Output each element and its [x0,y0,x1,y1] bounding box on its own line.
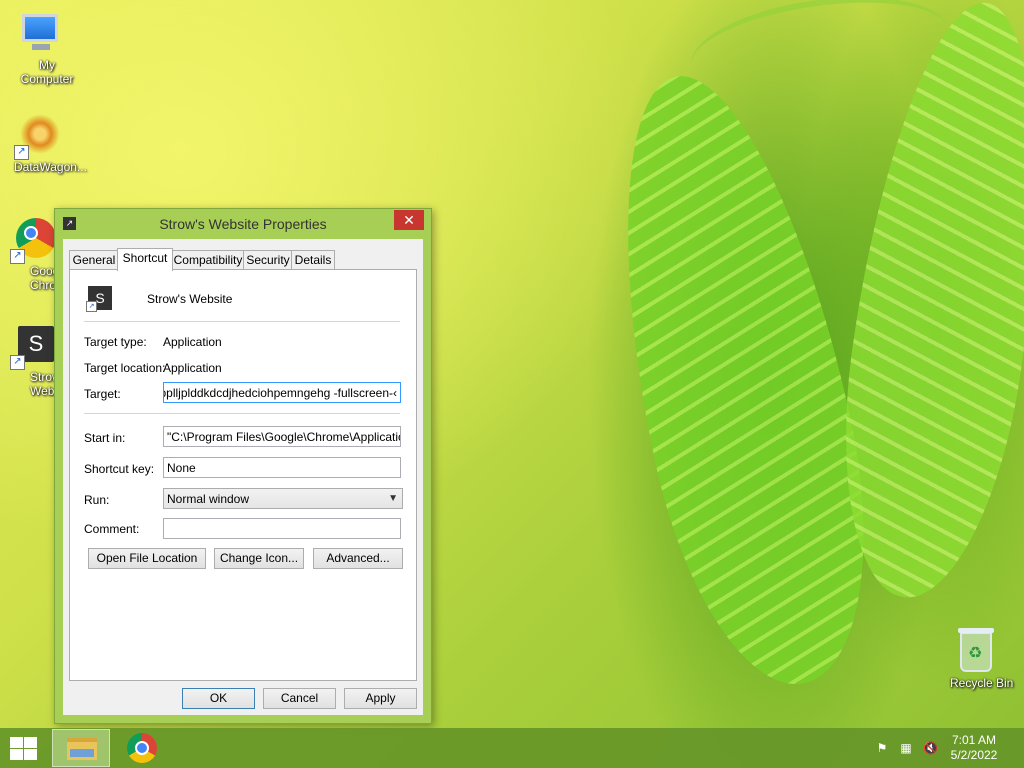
close-button[interactable]: ✕ [394,210,424,230]
properties-dialog: ↗ Strow's Website Properties ✕ General S… [54,208,432,724]
target-type-label: Target type: [84,335,147,349]
clock-date: 5/2/2022 [950,748,998,762]
desktop-icon-label: My Computer [20,58,74,86]
dialog-titlebar[interactable]: ↗ Strow's Website Properties ✕ [55,209,431,239]
tab-shortcut[interactable]: Shortcut [117,248,173,271]
start-in-label: Start in: [84,431,126,445]
cancel-button[interactable]: Cancel [263,688,336,709]
tab-compatibility[interactable]: Compatibility [171,250,245,269]
desktop-icon-datawagon[interactable]: ↗ DataWagon... [0,110,87,174]
taskbar-clock[interactable]: 7:01 AM 5/2/2022 [944,733,1004,763]
dialog-client: General Shortcut Compatibility Security … [63,239,423,715]
change-icon-button[interactable]: Change Icon... [214,548,304,569]
folder-icon [67,738,97,760]
shortcut-key-label: Shortcut key: [84,462,155,476]
apply-button[interactable]: Apply [344,688,417,709]
target-field[interactable]: ›-id=fhlpplljplddkdcdjhedciohpemngehg -f… [163,382,401,403]
strows-website-icon: S ↗ [86,286,112,312]
clock-time: 7:01 AM [951,733,997,747]
target-label: Target: [84,387,121,401]
shortcut-arrow-icon: ↗ [86,301,97,312]
tab-general[interactable]: General [69,250,119,269]
run-select-value: Normal window [167,492,250,506]
tab-security[interactable]: Security [243,250,293,269]
taskbar-chrome[interactable] [127,733,157,763]
tab-details[interactable]: Details [291,250,335,269]
desktop-icon-label: DataWagon... [14,160,87,174]
shortcut-arrow-icon: ↗ [10,355,25,370]
run-select[interactable]: Normal window ▼ [163,488,403,509]
start-in-field[interactable]: "C:\Program Files\Google\Chrome\Applicat… [163,426,401,447]
windows-logo-icon [10,737,23,748]
open-file-location-button[interactable]: Open File Location [88,548,206,569]
comment-label: Comment: [84,522,140,536]
chrome-icon [127,733,157,763]
strows-website-icon: S ↗ [10,320,60,370]
network-icon[interactable]: ▦ [899,741,913,755]
target-location-value: Application [163,361,222,375]
divider [84,321,400,322]
shortcut-tab-panel: S ↗ Strow's Website Target type: Applica… [69,269,417,681]
shortcut-arrow-icon: ↗ [10,249,25,264]
shortcut-name: Strow's Website [147,292,233,306]
run-label: Run: [84,493,110,507]
action-center-flag-icon[interactable]: ⚑ [875,741,889,755]
chevron-down-icon: ▼ [388,493,398,504]
chrome-icon: ↗ [10,214,60,264]
comment-field[interactable] [163,518,401,539]
advanced-button[interactable]: Advanced... [313,548,403,569]
my-computer-icon [16,8,64,56]
dialog-title: Strow's Website Properties [159,216,327,232]
datawagon-icon: ↗ [14,110,64,160]
taskbar: ⚑ ▦ 🔇 7:01 AM 5/2/2022 [0,728,1024,768]
desktop-icon-recycle-bin[interactable]: Recycle Bin [936,628,1016,690]
target-type-value: Application [163,335,222,349]
shortcut-arrow-icon: ↗ [14,145,29,160]
volume-muted-icon[interactable]: 🔇 [923,741,938,755]
recycle-bin-icon [958,628,994,672]
desktop-icon-my-computer[interactable]: My Computer [0,8,80,86]
target-location-label: Target location: [84,361,166,375]
shortcut-key-field[interactable]: None [163,457,401,478]
start-button[interactable] [8,736,38,760]
desktop-icon-label: Recycle Bin [950,676,1014,690]
taskbar-file-explorer[interactable] [52,729,110,767]
ok-button[interactable]: OK [182,688,255,709]
divider [84,413,400,414]
